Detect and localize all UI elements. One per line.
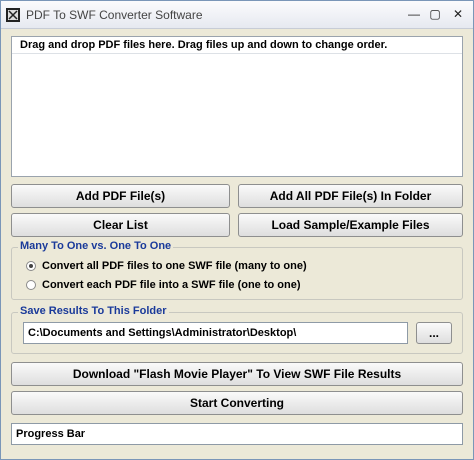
conversion-mode-group: Many To One vs. One To One Convert all P… [11,240,463,300]
save-folder-group: Save Results To This Folder C:\Documents… [11,305,463,354]
maximize-button[interactable]: ▢ [426,7,444,22]
radio-many-to-one-label: Convert all PDF files to one SWF file (m… [42,260,307,272]
pdf-app-icon [6,8,20,22]
close-button[interactable]: ✕ [449,7,467,22]
radio-selected-icon[interactable] [26,261,36,271]
load-sample-files-button[interactable]: Load Sample/Example Files [238,213,463,237]
conversion-mode-label: Many To One vs. One To One [18,240,174,252]
progress-bar: Progress Bar [11,423,463,445]
start-converting-button[interactable]: Start Converting [11,391,463,415]
clear-list-button[interactable]: Clear List [11,213,230,237]
title-bar: PDF To SWF Converter Software — ▢ ✕ [1,1,473,29]
browse-folder-button[interactable]: ... [416,322,452,344]
radio-one-to-one-label: Convert each PDF file into a SWF file (o… [42,279,301,291]
window-title: PDF To SWF Converter Software [26,8,203,22]
radio-one-to-one[interactable]: Convert each PDF file into a SWF file (o… [26,279,301,291]
drop-list-header: Drag and drop PDF files here. Drag files… [12,37,462,54]
output-folder-input[interactable]: C:\Documents and Settings\Administrator\… [23,322,408,344]
add-all-files-in-folder-button[interactable]: Add All PDF File(s) In Folder [238,184,463,208]
download-flash-player-button[interactable]: Download "Flash Movie Player" To View SW… [11,362,463,386]
save-folder-label: Save Results To This Folder [18,305,169,317]
radio-many-to-one[interactable]: Convert all PDF files to one SWF file (m… [26,260,307,272]
add-pdf-files-button[interactable]: Add PDF File(s) [11,184,230,208]
file-drop-list[interactable]: Drag and drop PDF files here. Drag files… [11,36,463,177]
minimize-button[interactable]: — [405,7,423,22]
app-window: PDF To SWF Converter Software — ▢ ✕ Drag… [0,0,474,460]
radio-unselected-icon[interactable] [26,280,36,290]
